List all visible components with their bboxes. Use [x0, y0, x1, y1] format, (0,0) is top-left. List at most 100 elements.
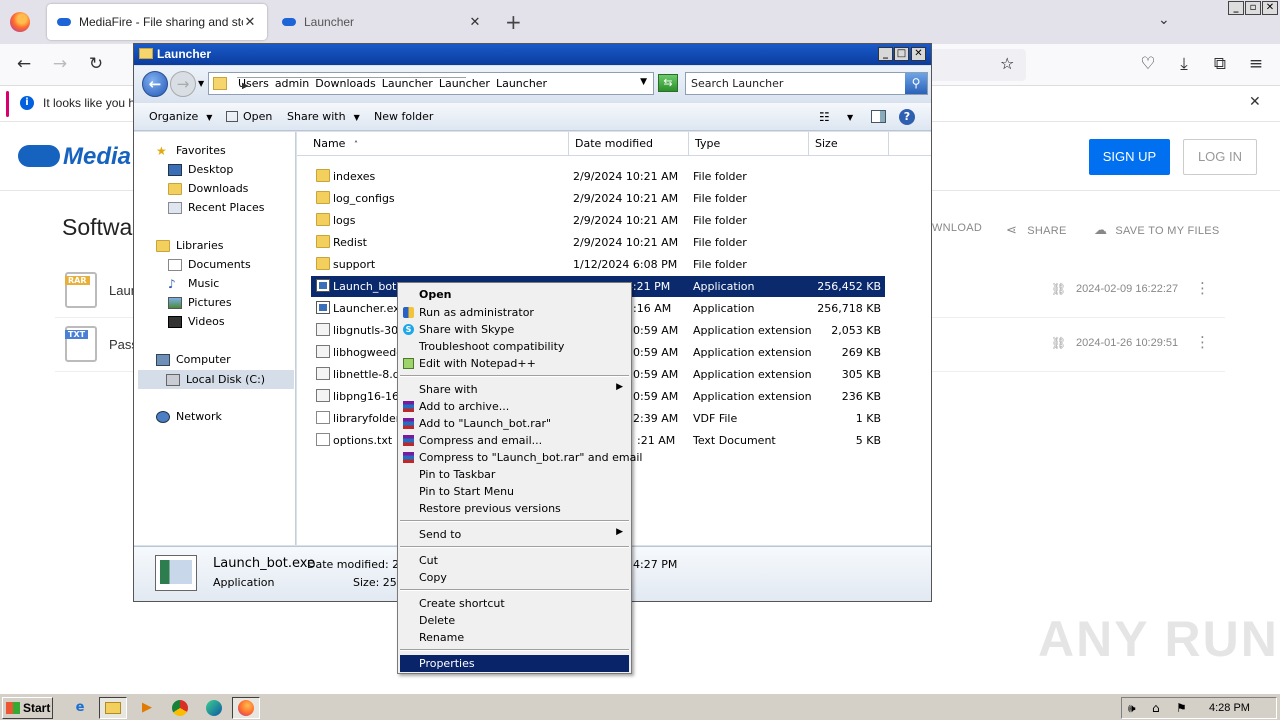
organize-button[interactable]: Organize ▼: [149, 110, 212, 123]
nav-music[interactable]: ♪ Music: [168, 277, 219, 290]
more-options-icon[interactable]: ⋮: [1195, 279, 1210, 297]
table-row[interactable]: indexes 2/9/2024 10:21 AM File folder: [311, 166, 885, 187]
tab-launcher[interactable]: Launcher ✕: [272, 4, 492, 40]
nav-computer[interactable]: Computer: [156, 353, 231, 366]
tab-close-icon[interactable]: ✕: [243, 14, 257, 30]
chevron-down-icon[interactable]: ▼: [847, 113, 853, 122]
menu-item-share-with-skype[interactable]: S Share with Skype: [400, 321, 629, 338]
forward-arrow-icon[interactable]: →: [49, 54, 71, 74]
tab-close-icon[interactable]: ✕: [468, 14, 482, 30]
search-input[interactable]: Search Launcher ⚲: [685, 72, 928, 95]
menu-item-pin-start[interactable]: Pin to Start Menu: [400, 483, 629, 500]
url-bar[interactable]: ☆: [920, 49, 1026, 81]
link-icon[interactable]: ⛓: [1051, 282, 1066, 296]
nav-favorites[interactable]: ★ Favorites: [156, 144, 226, 157]
column-header-name[interactable]: Name ˄: [307, 132, 569, 156]
chevron-down-icon[interactable]: ▼: [640, 77, 647, 87]
nav-desktop[interactable]: Desktop: [168, 163, 233, 176]
reload-icon[interactable]: ↻: [85, 54, 107, 74]
menu-item-send-to[interactable]: Send to ▶: [400, 526, 629, 543]
maximize-icon[interactable]: □: [894, 47, 909, 61]
download-action[interactable]: WNLOAD: [932, 222, 982, 234]
internet-explorer-icon[interactable]: e: [70, 698, 90, 718]
nav-network[interactable]: Network: [156, 410, 222, 423]
menu-hamburger-icon[interactable]: ≡: [1245, 54, 1267, 74]
back-arrow-icon[interactable]: ←: [13, 54, 35, 74]
close-icon[interactable]: ✕: [911, 47, 926, 61]
menu-item-open[interactable]: Open: [400, 286, 629, 303]
nav-recent-places[interactable]: Recent Places: [168, 201, 265, 214]
explorer-title-bar[interactable]: Launcher _ □ ✕: [134, 44, 931, 65]
edge-icon[interactable]: [204, 698, 224, 718]
minimize-icon[interactable]: _: [1228, 1, 1244, 15]
menu-item-run-as-administrator[interactable]: Run as administrator: [400, 304, 629, 321]
menu-item-add-to-rar[interactable]: Add to "Launch_bot.rar": [400, 415, 629, 432]
table-row[interactable]: log_configs 2/9/2024 10:21 AM File folde…: [311, 188, 885, 209]
firefox-taskbar-icon[interactable]: [232, 697, 260, 719]
open-button[interactable]: Open: [226, 110, 272, 123]
nav-pictures[interactable]: Pictures: [168, 296, 232, 309]
table-row[interactable]: support 1/12/2024 6:08 PM File folder: [311, 254, 885, 275]
action-center-flag-icon[interactable]: ⚑: [1176, 701, 1187, 715]
new-folder-button[interactable]: New folder: [374, 110, 433, 123]
volume-icon[interactable]: 🕪: [1128, 701, 1136, 716]
menu-item-troubleshoot[interactable]: Troubleshoot compatibility: [400, 338, 629, 355]
menu-item-create-shortcut[interactable]: Create shortcut: [400, 595, 629, 612]
list-all-tabs-icon[interactable]: ⌄: [1158, 12, 1170, 28]
nav-documents[interactable]: Documents: [168, 258, 251, 271]
menu-item-pin-taskbar[interactable]: Pin to Taskbar: [400, 466, 629, 483]
sign-up-button[interactable]: SIGN UP: [1089, 139, 1170, 175]
column-header-size[interactable]: Size: [809, 132, 889, 156]
downloads-icon[interactable]: ⤓: [1173, 54, 1195, 74]
table-row[interactable]: Redist 2/9/2024 10:21 AM File folder: [311, 232, 885, 253]
menu-item-share-with[interactable]: Share with ▶: [400, 381, 629, 398]
preview-pane-icon[interactable]: [871, 110, 886, 123]
clock[interactable]: 4:28 PM: [1209, 702, 1250, 714]
log-in-button[interactable]: LOG IN: [1183, 139, 1257, 175]
menu-item-compress-to-rar-email[interactable]: Compress to "Launch_bot.rar" and email: [400, 449, 642, 466]
save-to-my-files-action[interactable]: ☁ SAVE TO MY FILES: [1094, 222, 1220, 238]
extensions-icon[interactable]: ⧉: [1209, 54, 1231, 74]
minimize-icon[interactable]: _: [878, 47, 893, 61]
view-options-icon[interactable]: ☷: [819, 110, 830, 124]
table-row[interactable]: logs 2/9/2024 10:21 AM File folder: [311, 210, 885, 231]
menu-item-edit-notepad[interactable]: Edit with Notepad++: [400, 355, 629, 372]
close-window-icon[interactable]: ✕: [1262, 1, 1278, 15]
firefox-logo-icon[interactable]: [10, 12, 30, 32]
media-player-icon[interactable]: ▶: [137, 698, 157, 718]
mediafire-logo[interactable]: Media: [18, 143, 131, 171]
network-tray-icon[interactable]: ⌂: [1152, 701, 1160, 715]
explorer-taskbar-icon[interactable]: [99, 697, 127, 719]
menu-item-compress-email[interactable]: Compress and email...: [400, 432, 629, 449]
share-with-button[interactable]: Share with ▼: [287, 110, 360, 123]
menu-item-add-to-archive[interactable]: Add to archive...: [400, 398, 629, 415]
forward-button[interactable]: →: [170, 71, 196, 97]
menu-item-copy[interactable]: Copy: [400, 569, 629, 586]
nav-downloads[interactable]: Downloads: [168, 182, 248, 195]
more-options-icon[interactable]: ⋮: [1195, 333, 1210, 351]
address-bar[interactable]: ▶ Users ▶ admin ▶ Downloads ▶ Launcher ▶…: [208, 72, 654, 95]
menu-item-rename[interactable]: Rename: [400, 629, 629, 646]
refresh-icon[interactable]: ⇆: [658, 74, 678, 92]
back-button[interactable]: ←: [142, 71, 168, 97]
restore-icon[interactable]: ▫: [1245, 1, 1261, 15]
tab-mediafire[interactable]: MediaFire - File sharing and storage ✕: [47, 4, 267, 40]
new-tab-icon[interactable]: +: [505, 10, 522, 34]
chrome-icon[interactable]: [170, 698, 190, 718]
breadcrumb-item[interactable]: Launcher: [493, 77, 550, 90]
menu-item-cut[interactable]: Cut: [400, 552, 629, 569]
column-header-type[interactable]: Type: [689, 132, 809, 156]
nav-libraries[interactable]: Libraries: [156, 239, 224, 252]
close-notification-icon[interactable]: ✕: [1249, 94, 1261, 110]
column-header-date[interactable]: Date modified: [569, 132, 689, 156]
recent-pages-icon[interactable]: ▼: [198, 79, 204, 88]
menu-item-delete[interactable]: Delete: [400, 612, 629, 629]
start-button[interactable]: Start: [2, 697, 53, 719]
help-icon[interactable]: ?: [899, 109, 915, 125]
search-icon[interactable]: ⚲: [905, 73, 927, 94]
nav-videos[interactable]: Videos: [168, 315, 225, 328]
menu-item-properties[interactable]: Properties: [400, 655, 629, 672]
share-action[interactable]: ⋖ SHARE: [1006, 222, 1067, 238]
nav-local-disk[interactable]: Local Disk (C:): [138, 370, 294, 389]
pocket-icon[interactable]: ♡: [1137, 54, 1159, 74]
